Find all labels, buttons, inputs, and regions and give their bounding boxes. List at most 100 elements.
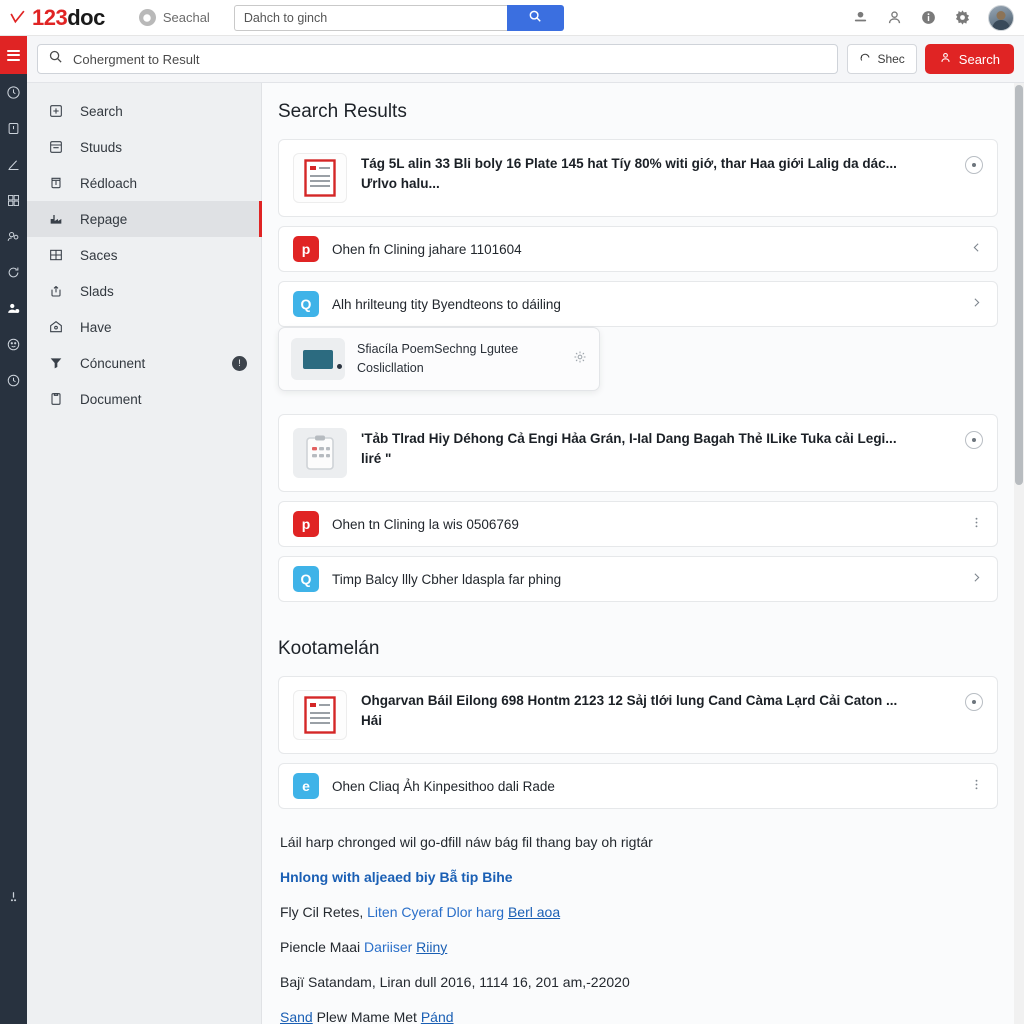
- seachal-item[interactable]: Seachal: [138, 9, 210, 26]
- text-line: Fly Cil Retes, Liten Cyeraf Dlor harg Be…: [280, 902, 996, 923]
- search-field-wrapper[interactable]: [37, 44, 839, 74]
- rail-item-refresh-icon[interactable]: [0, 254, 27, 290]
- list-item-label: Ohen Cliaq Ảh Kinpesithoo dali Rade: [332, 778, 555, 794]
- list-item-label: Ohen tn Clining la wis 0506769: [332, 516, 519, 532]
- sidebar-item-document[interactable]: Document: [27, 381, 261, 417]
- vertical-scrollbar[interactable]: [1014, 83, 1024, 1024]
- sidebar-item-label: Repage: [80, 211, 128, 227]
- icon-letter: Q: [300, 571, 312, 587]
- q-blue-icon: Q: [293, 566, 319, 592]
- text-pre: Fly Cil Retes,: [280, 904, 368, 920]
- scrollbar-thumb[interactable]: [1015, 85, 1023, 485]
- floating-info-card[interactable]: Sfiacíla PoemSechng Lgutee Coslicllation: [278, 327, 600, 391]
- top-search-input[interactable]: [233, 4, 507, 31]
- result-card[interactable]: Ohgarvan Báil Eilong 698 Hontm 2123 12 S…: [278, 676, 998, 754]
- result-title: Ohgarvan Báil Eilong 698 Hontm 2123 12 S…: [361, 693, 898, 708]
- rail-item-smiley-icon[interactable]: [0, 326, 27, 362]
- share-icon: [47, 283, 65, 299]
- sidebar-item-search[interactable]: Search: [27, 93, 261, 129]
- chevron-right-icon[interactable]: [970, 296, 983, 312]
- sidebar-item-label: Have: [80, 319, 112, 335]
- chevron-left-icon[interactable]: [970, 241, 983, 257]
- list-item[interactable]: p Ohen fn Clining jahare 1101604: [278, 226, 998, 272]
- chevron-right-icon[interactable]: [970, 571, 983, 587]
- top-search-group[interactable]: [233, 4, 564, 31]
- avatar[interactable]: [988, 4, 1014, 31]
- text-link[interactable]: Riiny: [416, 939, 447, 955]
- sidebar-item-label: Document: [80, 391, 142, 407]
- document-red-icon: [293, 690, 347, 740]
- result-card[interactable]: Tág 5L alin 33 Bli boly 16 Plate 145 hat…: [278, 139, 998, 217]
- search-icon: [528, 9, 542, 26]
- search-person-icon: [939, 51, 952, 67]
- rail-item-history-icon[interactable]: [0, 362, 27, 398]
- search-button[interactable]: Search: [924, 44, 1014, 74]
- status-badge: !: [232, 355, 247, 371]
- list-item[interactable]: Q Timp Balcy llly Cbher ldaspla far phin…: [278, 556, 998, 602]
- result-title: Tág 5L alin 33 Bli boly 16 Plate 145 hat…: [361, 156, 897, 171]
- sidebar-item-concunent[interactable]: Cóncunent !: [27, 345, 261, 381]
- icon-letter: Q: [300, 296, 312, 312]
- text-line-bold[interactable]: Hnlong with aljeaed biy Bẫ tip Bihe: [280, 867, 996, 888]
- list-item-label: Alh hrilteung tity Byendteons to dáiling: [332, 296, 561, 312]
- text-link[interactable]: Sand: [280, 1009, 313, 1024]
- e-blue-icon: e: [293, 773, 319, 799]
- more-vertical-icon[interactable]: [970, 778, 983, 794]
- archive-icon: [47, 139, 65, 155]
- rail-item-chart-icon[interactable]: [0, 146, 27, 182]
- rail-item-qr-icon[interactable]: [0, 182, 27, 218]
- sidebar-item-saces[interactable]: Saces: [27, 237, 261, 273]
- sidebar-item-slads[interactable]: Slads: [27, 273, 261, 309]
- result-title: 'Tảb Tlrad Hiy Déhong Cả Engi Hảa Grán, …: [361, 431, 897, 446]
- page-title: Search Results: [278, 101, 407, 122]
- gear-icon[interactable]: [954, 9, 971, 26]
- brand-logo[interactable]: 123doc: [32, 5, 105, 31]
- list-item[interactable]: Q Alh hrilteung tity Byendteons to dáili…: [278, 281, 998, 327]
- top-icon-group: [852, 4, 1014, 31]
- hamburger-icon[interactable]: [0, 36, 27, 74]
- icon-letter: p: [301, 241, 311, 257]
- rail-item-user-settings-icon[interactable]: [0, 290, 27, 326]
- section-title-secondary: Kootamelán: [278, 638, 380, 659]
- more-circle-icon[interactable]: [965, 693, 983, 711]
- result-card[interactable]: 'Tảb Tlrad Hiy Déhong Cả Engi Hảa Grán, …: [278, 414, 998, 492]
- top-search-button[interactable]: [506, 4, 564, 31]
- info-circle-icon[interactable]: [920, 9, 937, 26]
- shec-button[interactable]: Shec: [847, 44, 917, 74]
- sidebar-item-stuuds[interactable]: Stuuds: [27, 129, 261, 165]
- result-subtitle: liré ": [361, 450, 392, 466]
- floating-card-line2: Coslicllation: [357, 361, 424, 375]
- sidebar-item-label: Saces: [80, 247, 118, 263]
- text-mid-link[interactable]: Dariiser: [364, 939, 416, 955]
- search-input[interactable]: [73, 51, 828, 67]
- clipboard-icon: [47, 391, 65, 407]
- left-icon-rail: [0, 36, 27, 1024]
- rail-item-clock-icon[interactable]: [0, 74, 27, 110]
- text-link[interactable]: Pánd: [421, 1009, 454, 1024]
- sidebar-item-redloach[interactable]: Rédloach: [27, 165, 261, 201]
- hamburger-bars: [7, 47, 20, 63]
- more-vertical-icon[interactable]: [970, 516, 983, 532]
- list-item[interactable]: e Ohen Cliaq Ảh Kinpesithoo dali Rade: [278, 763, 998, 809]
- upload-icon: [47, 175, 65, 191]
- icon-letter: e: [302, 778, 310, 794]
- person-outline-icon[interactable]: [886, 9, 903, 26]
- reset-icon: [859, 52, 871, 67]
- person-filled-icon[interactable]: [852, 9, 869, 26]
- more-circle-icon[interactable]: [965, 156, 983, 174]
- text-mid-link[interactable]: Liten Cyeraf Dlor harg: [367, 904, 508, 920]
- home-icon: [47, 319, 65, 335]
- floating-card-text: Sfiacíla PoemSechng Lgutee Coslicllation: [357, 340, 561, 379]
- gear-icon[interactable]: [573, 350, 587, 369]
- rail-item-users-icon[interactable]: [0, 218, 27, 254]
- more-circle-icon[interactable]: [965, 431, 983, 449]
- p-red-icon: p: [293, 511, 319, 537]
- rail-item-shield-icon[interactable]: [0, 110, 27, 146]
- text-link[interactable]: Berl aoa: [508, 904, 560, 920]
- text-line: Bajï Satandam, Liran dull 2016, 1114 16,…: [280, 974, 630, 990]
- rail-item-alert-icon[interactable]: [0, 878, 27, 914]
- browser-top-bar: 123doc Seachal: [0, 0, 1024, 36]
- list-item[interactable]: p Ohen tn Clining la wis 0506769: [278, 501, 998, 547]
- sidebar-item-repage[interactable]: Repage: [27, 201, 262, 237]
- sidebar-item-have[interactable]: Have: [27, 309, 261, 345]
